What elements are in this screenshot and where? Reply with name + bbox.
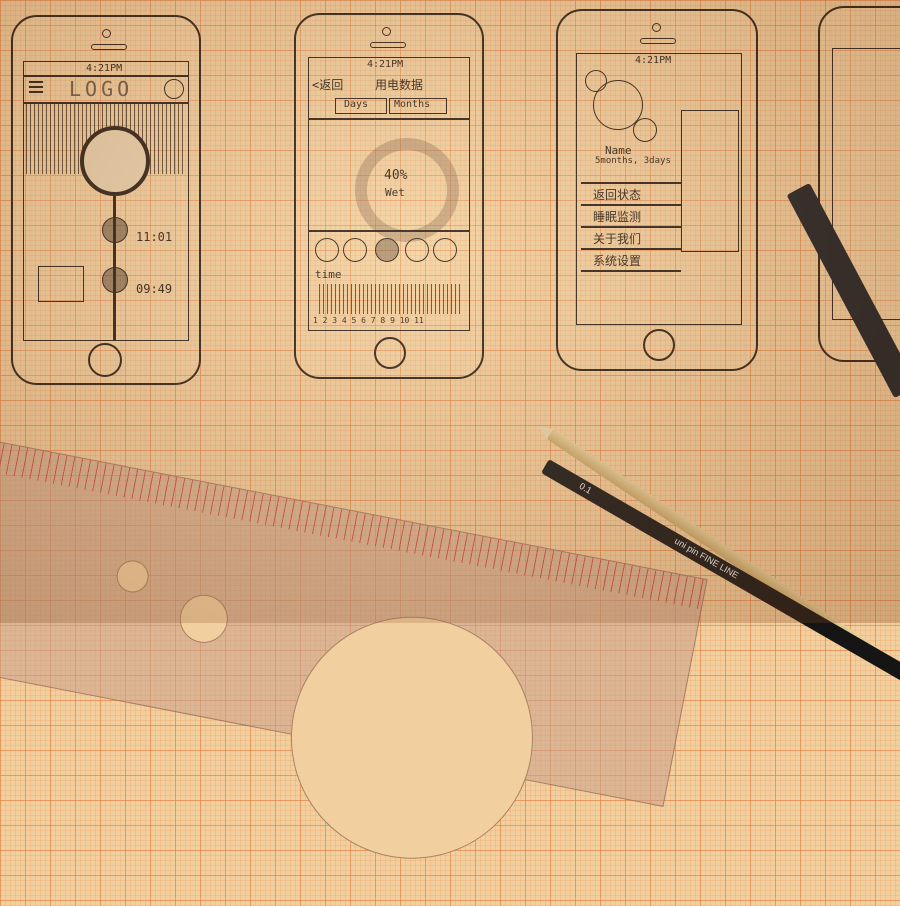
phone-sketch-3: 4:21PM Name 5months, 3days 返回状态 睡眠监测 关于我… <box>556 9 758 371</box>
menu-item-2: 睡眠监测 <box>593 210 642 224</box>
home-button <box>88 343 122 377</box>
page-title: 用电数据 <box>375 78 424 92</box>
speaker <box>91 44 127 50</box>
decor-circle <box>585 70 607 92</box>
menu-divider <box>581 182 681 184</box>
day-circle-selected <box>375 238 399 262</box>
gauge-label: Wet <box>385 186 405 199</box>
status-time: 4:21PM <box>635 55 672 66</box>
day-circle <box>433 238 457 262</box>
timeline-node-2 <box>102 267 128 293</box>
camera-icon <box>382 27 391 36</box>
home-button <box>374 337 406 369</box>
gauge-percent: 40% <box>384 168 408 183</box>
tab-months: Months <box>389 98 447 114</box>
status-time: 4:21PM <box>86 63 123 74</box>
timeline-time-1: 11:01 <box>136 230 173 244</box>
avatar <box>80 126 150 196</box>
day-circle <box>343 238 367 262</box>
logo-text: LOGO <box>69 77 134 101</box>
menu-item-4: 系统设置 <box>593 254 642 268</box>
decor-circle <box>633 118 657 142</box>
menu-item-3: 关于我们 <box>593 232 642 246</box>
day-circle <box>405 238 429 262</box>
screen: 4:21PM Name 5months, 3days 返回状态 睡眠监测 关于我… <box>576 53 742 325</box>
image-placeholder <box>38 266 84 302</box>
donut-gauge <box>355 138 459 242</box>
ruler-hole <box>175 590 232 647</box>
protractor-arc <box>270 595 554 880</box>
ruler-hole <box>113 557 152 596</box>
timeline-time-2: 09:49 <box>136 282 173 296</box>
back-link: <返回 <box>312 78 344 92</box>
menu-divider <box>581 270 681 272</box>
screen: 4:21PM <返回 用电数据 Days Months 40% Wet time… <box>308 57 470 331</box>
drawer-panel <box>681 110 739 252</box>
pen-size-label: 0.1 <box>577 480 594 496</box>
menu-divider <box>581 248 681 250</box>
screen: 4:21PM LOGO 11:01 09:49 <box>23 61 189 341</box>
profile-icon <box>164 79 184 99</box>
chart-axis: 1 2 3 4 5 6 7 8 9 10 11 <box>313 316 424 325</box>
menu-divider <box>581 204 681 206</box>
tab-days: Days <box>335 98 387 114</box>
ruler <box>0 430 708 880</box>
timeline <box>113 192 116 340</box>
section-divider <box>309 230 469 232</box>
bar-chart <box>319 284 463 314</box>
home-button <box>643 329 675 361</box>
phone-sketch-1: 4:21PM LOGO 11:01 09:49 <box>11 15 201 385</box>
camera-icon <box>652 23 661 32</box>
speaker <box>640 38 676 44</box>
time-label: time <box>315 268 342 281</box>
speaker <box>370 42 406 48</box>
menu-item-1: 返回状态 <box>593 188 642 202</box>
camera-icon <box>102 29 111 38</box>
day-circle <box>315 238 339 262</box>
phone-sketch-2: 4:21PM <返回 用电数据 Days Months 40% Wet time… <box>294 13 484 379</box>
profile-age: 5months, 3days <box>595 156 671 166</box>
menu-divider <box>581 226 681 228</box>
status-time: 4:21PM <box>367 59 404 70</box>
header-divider <box>309 118 469 120</box>
ruler-ticks <box>0 431 707 610</box>
timeline-node-1 <box>102 217 128 243</box>
